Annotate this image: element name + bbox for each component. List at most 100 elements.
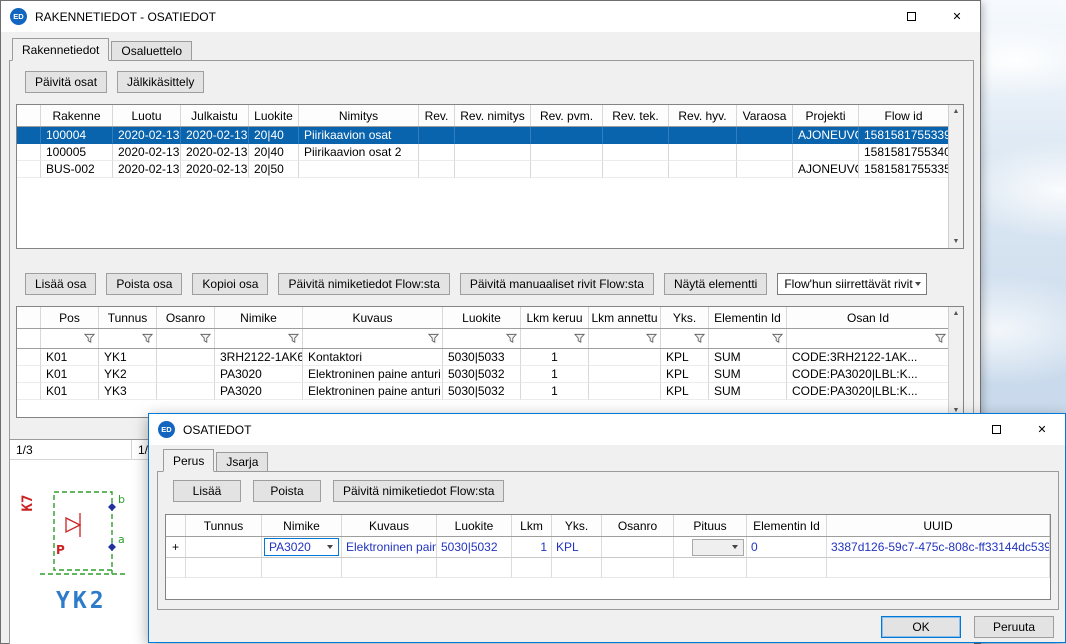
row-gutter[interactable] [17,383,41,400]
filter-icon[interactable] [506,333,517,344]
cancel-button[interactable]: Peruuta [974,616,1054,638]
column-header[interactable]: Osanro [602,515,674,536]
tab-rakennetiedot[interactable]: Rakennetiedot [12,38,109,61]
column-header[interactable]: Pos [41,307,99,328]
cell[interactable]: CODE:PA3020|LBL:K... [787,366,950,383]
column-header[interactable]: Rev. pvm. [531,105,603,126]
main-titlebar[interactable]: ED RAKENNETIEDOT - OSATIEDOT ✕ [1,1,980,32]
ok-button[interactable]: OK [881,616,961,638]
cell[interactable] [737,144,793,161]
filter-cell[interactable] [215,329,303,348]
filter-cell[interactable] [443,329,521,348]
kopioi-osa-button[interactable]: Kopioi osa [192,273,268,295]
column-header[interactable]: Rev. hyv. [669,105,737,126]
column-header[interactable]: Varaosa [737,105,793,126]
column-header[interactable]: Kuvaus [303,307,443,328]
column-header[interactable]: Julkaistu [181,105,249,126]
cell[interactable] [455,161,531,178]
filter-icon[interactable] [646,333,657,344]
tab-jsarja[interactable]: Jsarja [216,452,268,472]
cell[interactable]: 2020-02-13 [181,161,249,178]
column-header[interactable]: Lkm annettu [589,307,661,328]
maximize-button[interactable] [973,414,1019,445]
cell[interactable]: SUM [709,366,787,383]
column-header[interactable]: Elementin Id [709,307,787,328]
cell[interactable] [603,144,669,161]
app-icon[interactable]: ED [10,8,27,25]
cell[interactable]: YK2 [99,366,157,383]
cell-tunnus[interactable] [186,537,262,558]
row-gutter[interactable] [17,161,41,178]
cell[interactable] [603,161,669,178]
cell[interactable]: 1581581755335 [859,161,949,178]
cell[interactable] [419,161,455,178]
cell[interactable] [455,127,531,144]
filter-cell[interactable] [521,329,589,348]
cell[interactable]: PA3020 [215,383,303,400]
structures-scrollbar[interactable]: ▲ ▼ [948,105,963,248]
tab-osaluettelo[interactable]: Osaluettelo [111,41,192,61]
cell[interactable]: 3RH2122-1AK60 [215,349,303,366]
row-gutter[interactable] [17,127,41,144]
filter-cell[interactable] [99,329,157,348]
cell[interactable] [669,144,737,161]
cell[interactable]: 5030|5032 [443,383,521,400]
cell[interactable]: Elektroninen paine anturi [303,366,443,383]
cell[interactable]: 1581581755340 [859,144,949,161]
cell[interactable]: 1 [521,366,589,383]
filter-icon[interactable] [772,333,783,344]
column-header[interactable]: Tunnus [186,515,262,536]
column-header[interactable]: Luotu [113,105,181,126]
scroll-up-icon[interactable]: ▲ [953,108,960,115]
column-header[interactable]: Pituus [674,515,747,536]
cell[interactable]: SUM [709,383,787,400]
cell-osanro[interactable] [602,537,674,558]
cell[interactable]: 2020-02-13 [181,144,249,161]
column-header[interactable]: Rakenne [41,105,113,126]
cell[interactable]: 1581581755339 [859,127,949,144]
cell[interactable] [589,366,661,383]
filter-cell[interactable] [787,329,950,348]
cell[interactable]: K01 [41,383,99,400]
row-gutter[interactable] [17,366,41,383]
cell[interactable] [157,349,215,366]
tab-perus[interactable]: Perus [163,449,214,472]
cell-kuvaus[interactable]: Elektroninen paine [342,537,437,558]
filter-icon[interactable] [694,333,705,344]
filter-icon[interactable] [935,333,946,344]
column-header[interactable]: Yks. [552,515,602,536]
cell[interactable]: 1 [521,349,589,366]
cell[interactable]: Piirikaavion osat 2 [299,144,419,161]
cell[interactable]: K01 [41,366,99,383]
lisaa-osa-button[interactable]: Lisää osa [25,273,96,295]
filter-icon[interactable] [142,333,153,344]
column-header[interactable]: Yks. [661,307,709,328]
column-header[interactable]: Osan Id [787,307,950,328]
cell[interactable]: BUS-002 [41,161,113,178]
pituus-combobox[interactable] [692,539,744,556]
cell[interactable]: SUM [709,349,787,366]
jalkikasittely-button[interactable]: Jälkikäsittely [117,71,204,93]
table-row[interactable]: BUS-0022020-02-132020-02-1320|50AJONEUVO… [17,161,963,178]
cell[interactable]: 5030|5032 [443,366,521,383]
cell[interactable]: Elektroninen paine anturi [303,383,443,400]
cell[interactable] [669,127,737,144]
column-header[interactable]: Luokite [443,307,521,328]
cell[interactable] [793,144,859,161]
cell[interactable] [531,161,603,178]
column-header[interactable]: UUID [827,515,1050,536]
cell[interactable]: 2020-02-13 [113,144,181,161]
column-header[interactable]: Flow id [859,105,949,126]
filter-cell[interactable] [17,329,41,348]
cell[interactable] [737,127,793,144]
column-header[interactable]: Luokite [249,105,299,126]
cell[interactable] [531,127,603,144]
cell[interactable]: 20|40 [249,127,299,144]
poista-button[interactable]: Poista [253,480,321,502]
filter-cell[interactable] [661,329,709,348]
column-header[interactable]: Nimike [262,515,342,536]
cell[interactable]: KPL [661,383,709,400]
cell[interactable]: 2020-02-13 [113,161,181,178]
table-row[interactable]: K01YK13RH2122-1AK60Kontaktori5030|50331K… [17,349,963,366]
filter-icon[interactable] [84,333,95,344]
